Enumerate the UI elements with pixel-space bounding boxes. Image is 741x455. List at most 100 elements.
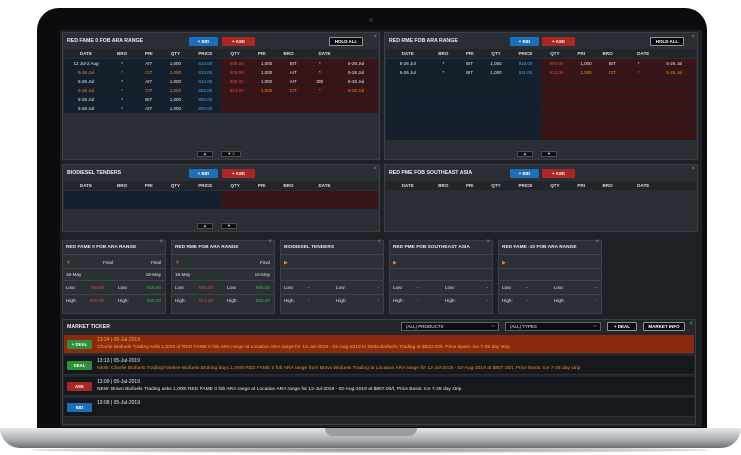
table-row[interactable]: 5-26 Jul * AIT 1,000 810.00 809.00 1,000 AIT ZBI… (64, 77, 378, 86)
ticker-text: NEW: Bravo Biofuels Trading asks 1,000t … (97, 387, 462, 392)
low-label: Low: (445, 285, 455, 290)
ticker-item[interactable]: DEAL 13:13 | 05-Jul-2019 NEW: Charlie Biof… (64, 356, 694, 375)
final-right: Final (260, 260, 270, 265)
cell-bpx: 915.00 (518, 61, 533, 66)
table-row[interactable] (386, 77, 696, 86)
table-row[interactable]: 5-26 Jul * CIT 1,000 803.00 814.00 1,000 CIT * 5-… (64, 86, 378, 95)
ticker-item[interactable]: BID 13:08 | 05-Jul-2019 (64, 398, 694, 417)
cell-bp (457, 86, 482, 94)
high-value-right: 820.00 (146, 298, 161, 303)
close-icon[interactable]: × (691, 34, 695, 40)
table-row[interactable]: 5-26 Jul * AIT 1,000 800.00 (64, 104, 378, 113)
table-row[interactable]: 5-26 Jul * CIT 1,000 813.00 809.00 1,000 AIT * 5-… (64, 68, 378, 77)
table-row[interactable] (386, 122, 696, 131)
table-row[interactable]: 5-26 Jul * BIT 1,000 911.00 913.00 1,000 CIT * 5-… (386, 68, 696, 77)
cell-ap (600, 77, 625, 85)
new-deal-button[interactable]: + DEAL (607, 322, 637, 331)
table-row[interactable]: 12 Jul-2 Aug * AIT 1,000 814.00 809.00 1,000 BI… (64, 59, 378, 68)
price-card[interactable]: BIODIESEL TENDERS ▶ Low: - Low: - High: - High: -… (280, 239, 384, 314)
high-label: High: (284, 298, 295, 303)
ask-button[interactable]: + ASK (222, 37, 255, 46)
page-up-button[interactable]: ▲ (517, 151, 533, 157)
cell-apx (541, 131, 572, 139)
column-header-label: DATE (79, 51, 93, 56)
bid-button[interactable]: + BID (189, 169, 218, 178)
ticker-item[interactable]: ASK 13:09 | 05-Jul-2019 NEW: Bravo Biofuel… (64, 377, 694, 396)
bid-button[interactable]: + BID (510, 37, 539, 46)
close-icon[interactable]: × (691, 166, 695, 172)
ask-button[interactable]: + ASK (542, 169, 575, 178)
price-card[interactable]: RED PME FOB SOUTHEAST ASIA ▶ Low: - Low: - Hig… (389, 239, 493, 314)
cell-bp (457, 131, 482, 139)
ticker-tag: ASK (67, 382, 92, 391)
cell-bd (386, 104, 429, 112)
cell-aq (572, 113, 600, 121)
low-label: Low: (227, 285, 237, 290)
table-row[interactable] (386, 104, 696, 113)
cell-bb: * (442, 70, 445, 75)
page-up-button[interactable]: ▲ (197, 151, 213, 157)
ticker-list: + DEAL 13:24 | 05-Jul-2019 Charlie Biofuel… (64, 335, 694, 424)
types-dropdown[interactable]: (ALL) TYPES ⌵ (505, 322, 601, 331)
price-card[interactable]: RED FAME 0 FOB ARA RANGE ▼ Final Final 16-Ma… (62, 239, 166, 314)
laptop-notch (325, 428, 417, 436)
cell-bb (429, 113, 457, 121)
high-label: High: (227, 298, 238, 303)
cell-bb (429, 95, 457, 103)
cell-aq: 1,000 (260, 79, 273, 84)
page-down-button[interactable]: ▼ 2 (221, 151, 241, 157)
close-icon[interactable]: × (595, 239, 599, 245)
cell-bd (386, 131, 429, 139)
cell-bp: BIT (466, 61, 474, 66)
cell-ab: * (318, 61, 321, 66)
table-row[interactable] (386, 113, 696, 122)
market-ticker: MARKET TICKER (ALL) PRODUCTS ⌵ (ALL) TYPE… (62, 319, 696, 425)
close-icon[interactable]: × (486, 239, 490, 245)
close-icon[interactable]: × (377, 239, 381, 245)
products-dropdown[interactable]: (ALL) PRODUCTS ⌵ (401, 322, 499, 331)
ticker-item[interactable]: + DEAL 13:24 | 05-Jul-2019 Charlie Biofuel… (64, 335, 694, 354)
divider (63, 280, 165, 281)
page-down-button[interactable]: ▼ (541, 151, 557, 157)
close-icon[interactable]: × (159, 239, 163, 245)
ticker-tag: DEAL (67, 361, 92, 370)
low-value-left: 799.00 (90, 285, 105, 290)
high-value-left: 814.00 (199, 298, 214, 303)
table-row[interactable] (386, 86, 696, 95)
price-card[interactable]: RED RME FOB ARA RANGE ▼ Final 16-May 15-May L… (171, 239, 275, 314)
close-icon[interactable]: × (373, 166, 377, 172)
cell-apx: 809.00 (229, 61, 244, 66)
ask-button[interactable]: + ASK (542, 37, 575, 46)
divider (63, 294, 165, 295)
column-header-label: PRI (257, 183, 266, 188)
table-row[interactable] (386, 95, 696, 104)
cell-apx: 809.00 (229, 70, 244, 75)
price-card[interactable]: RED FAME -10 FOB ARA RANGE ▶ Low: - Low: - Hig… (498, 239, 602, 314)
table-row[interactable] (386, 131, 696, 140)
cell-apx (541, 95, 572, 103)
market-info-button[interactable]: MARKET INFO (643, 322, 685, 331)
page-up-button[interactable]: ▲ (197, 223, 213, 229)
column-header-label: PRICE (198, 51, 213, 56)
cell-bq: 1,000 (490, 70, 502, 75)
cell-bb (429, 86, 457, 94)
direction-icon: ▼ (175, 260, 180, 266)
page-down-button[interactable]: ▼ (221, 223, 237, 229)
table-row[interactable]: 5-26 Jul * BIT 1,000 800.00 (64, 95, 378, 104)
hold-all-button[interactable]: HOLD ALL (650, 37, 684, 46)
direction-icon: ▶ (502, 260, 506, 266)
hold-all-button[interactable]: HOLD ALL (329, 37, 363, 46)
column-header-label: QTY (550, 51, 560, 56)
ask-button[interactable]: + ASK (222, 169, 255, 178)
card-title: RED PME FOB SOUTHEAST ASIA (393, 245, 470, 250)
bid-button[interactable]: + BID (510, 169, 539, 178)
card-title: RED FAME 0 FOB ARA RANGE (66, 245, 137, 250)
date-right: 15-May (254, 272, 270, 277)
close-icon[interactable]: × (373, 34, 377, 40)
cell-ad (653, 95, 696, 103)
table-row[interactable]: 5-26 Jul * BIT 1,000 915.00 906.00 1,000 BIT * 5-… (386, 59, 696, 68)
close-icon[interactable]: × (268, 239, 272, 245)
close-icon[interactable]: × (689, 321, 693, 327)
bid-button[interactable]: + BID (189, 37, 218, 46)
high-label: High: (66, 298, 77, 303)
